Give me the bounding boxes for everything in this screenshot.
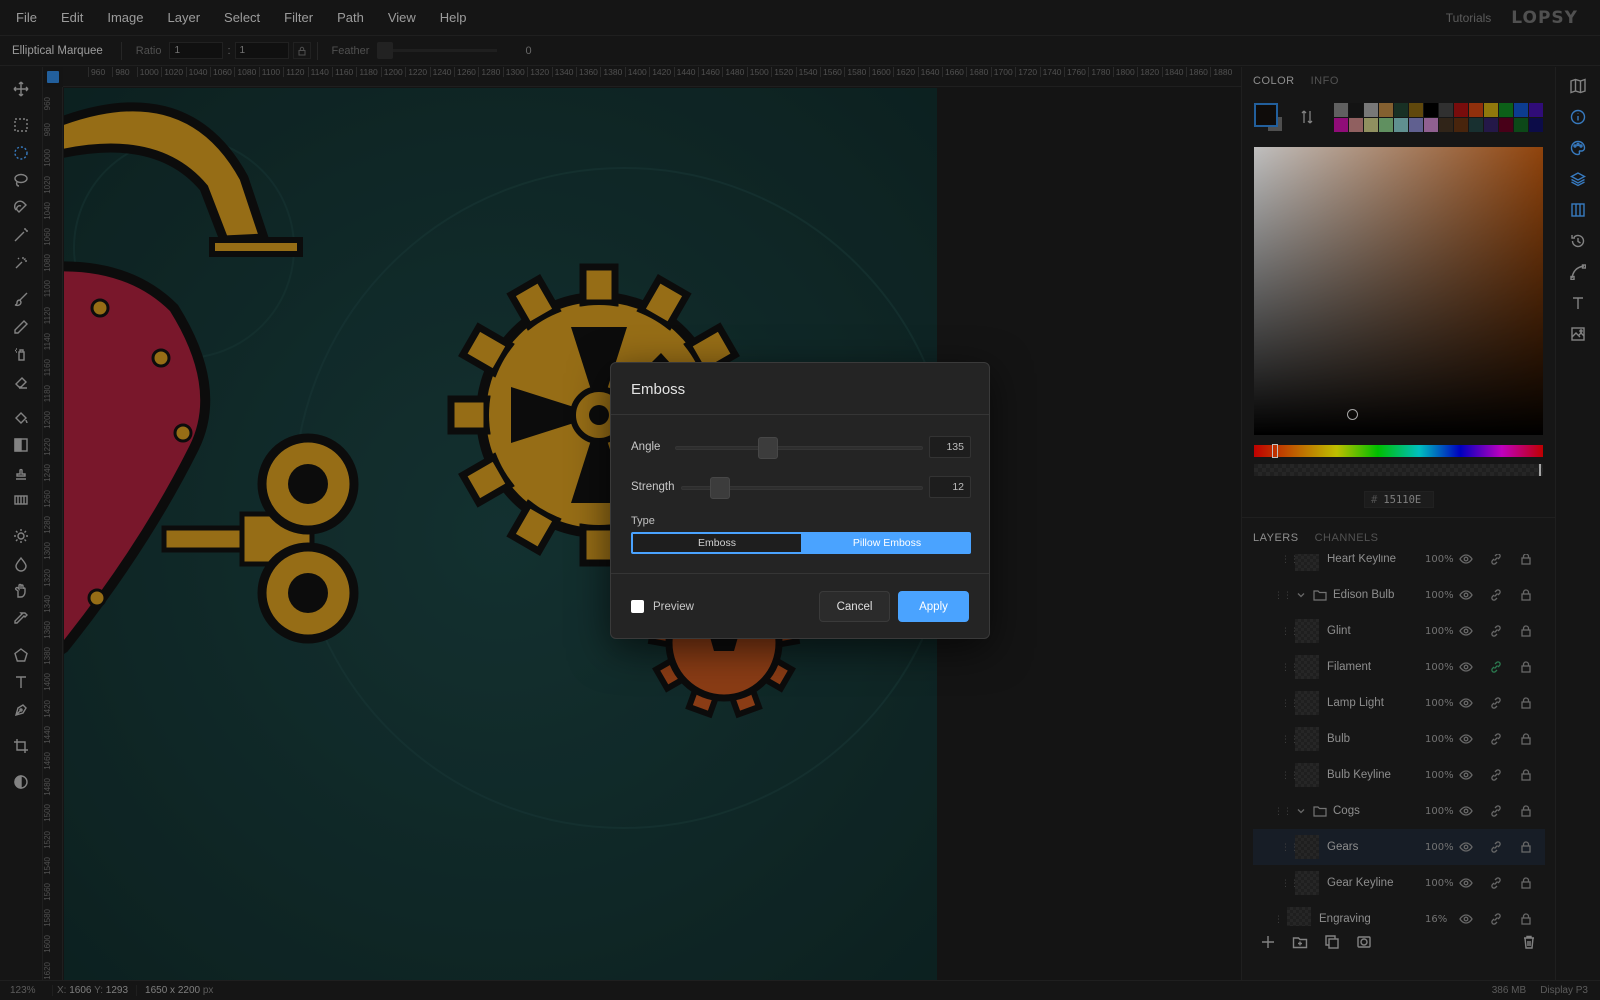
divider: [611, 573, 989, 574]
type-option-pillow-emboss[interactable]: Pillow Emboss: [803, 532, 971, 554]
divider: [611, 414, 989, 415]
strength-slider-knob[interactable]: [710, 477, 731, 499]
strength-row: Strength 12: [631, 476, 971, 500]
angle-row: Angle 135: [631, 436, 971, 460]
angle-slider[interactable]: [675, 446, 923, 450]
strength-value-input[interactable]: 12: [929, 476, 971, 498]
strength-label: Strength: [631, 481, 675, 493]
angle-slider-knob[interactable]: [758, 437, 778, 459]
cancel-button[interactable]: Cancel: [819, 591, 890, 622]
angle-value-input[interactable]: 135: [929, 436, 971, 458]
apply-button[interactable]: Apply: [898, 591, 969, 622]
preview-label: Preview: [653, 600, 694, 613]
type-option-emboss[interactable]: Emboss: [631, 532, 803, 554]
preview-checkbox[interactable]: [631, 600, 644, 613]
type-label: Type: [631, 515, 655, 527]
preview-toggle[interactable]: Preview: [631, 600, 694, 613]
emboss-type-selector: Emboss Pillow Emboss: [631, 532, 971, 554]
emboss-dialog: Emboss Angle 135 Strength 12 Type Emboss…: [610, 362, 990, 639]
angle-label: Angle: [631, 441, 661, 453]
dialog-title: Emboss: [631, 381, 686, 398]
